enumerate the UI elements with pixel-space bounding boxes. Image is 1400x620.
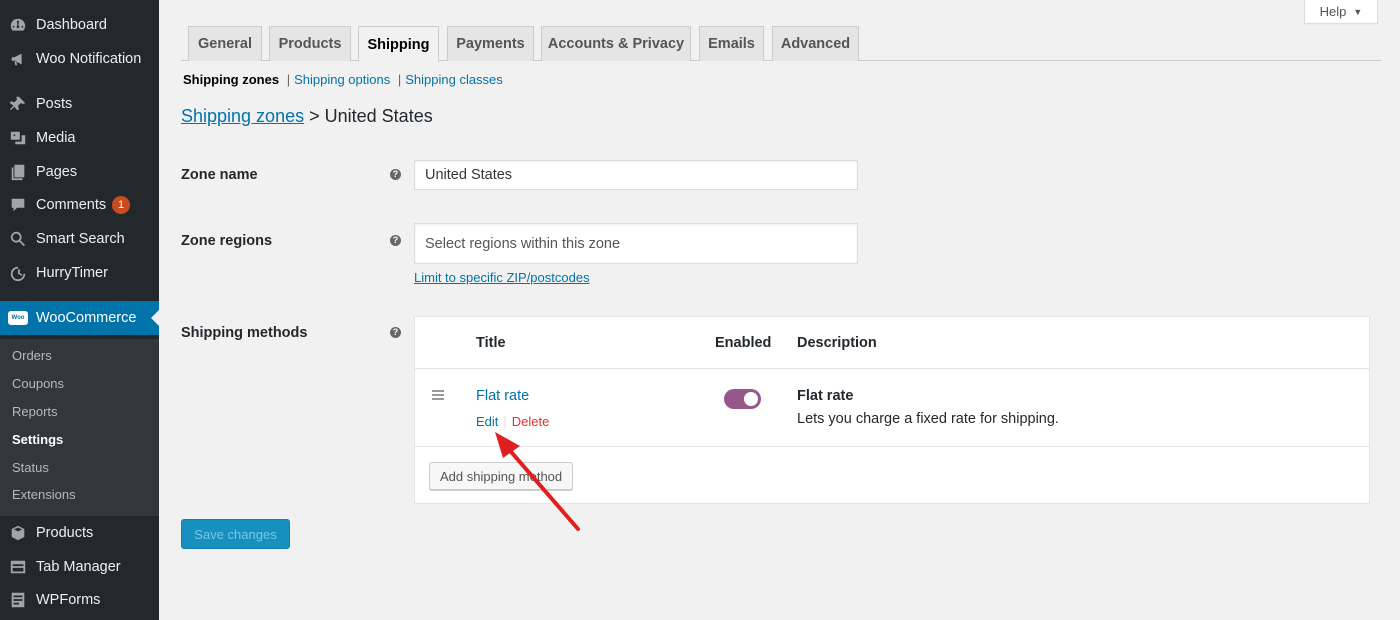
method-title-link[interactable]: Flat rate [476, 388, 529, 404]
help-tip-icon[interactable]: ? [390, 169, 401, 180]
add-shipping-method-button[interactable]: Add shipping method [429, 462, 574, 490]
help-button[interactable]: Help ▼ [1304, 0, 1378, 24]
tab-payments[interactable]: Payments [447, 26, 534, 61]
sidebar-item-products[interactable]: Products [0, 516, 159, 550]
sidebar-item-hurrytimer[interactable]: HurryTimer [0, 256, 159, 290]
row-actions: Edit | Delete [476, 414, 550, 429]
subnav-shipping-classes[interactable]: Shipping classes [405, 72, 503, 87]
toggle-knob [744, 392, 758, 406]
help-label: Help [1319, 4, 1347, 19]
column-description: Description [797, 335, 877, 351]
delete-link[interactable]: Delete [512, 414, 550, 429]
submenu-item-extensions[interactable]: Extensions [12, 487, 76, 502]
table-icon [8, 557, 28, 577]
zone-regions-label: Zone regions [181, 233, 273, 249]
comment-icon [8, 195, 28, 215]
method-description: Lets you charge a fixed rate for shippin… [797, 411, 1059, 427]
tab-general[interactable]: General [188, 26, 262, 61]
zone-name-label: Zone name [181, 167, 258, 183]
subnav-shipping-zones[interactable]: Shipping zones [183, 72, 279, 87]
sidebar-item-label: Comments [36, 197, 107, 213]
dashboard-icon [8, 15, 28, 35]
sidebar-item-comments[interactable]: Comments 1 [0, 188, 159, 222]
save-changes-button[interactable]: Save changes [181, 519, 290, 549]
sidebar-item-woocommerce[interactable]: Woo WooCommerce [0, 301, 159, 335]
sidebar-item-label: Dashboard [36, 17, 107, 33]
limit-postcodes-link[interactable]: Limit to specific ZIP/postcodes [414, 270, 590, 285]
table-row: Flat rate Edit | Delete Flat rate Lets you… [415, 369, 1369, 447]
page-title: Shipping zones > United States [181, 106, 433, 127]
sidebar-item-pages[interactable]: Pages [0, 155, 159, 189]
shipping-methods-table: Title Enabled Description Flat rate Edit… [414, 316, 1370, 504]
pages-icon [8, 162, 28, 182]
sidebar-item-label: WPForms [36, 592, 101, 608]
column-title: Title [476, 335, 506, 351]
submenu-item-status[interactable]: Status [12, 460, 49, 475]
tab-advanced[interactable]: Advanced [772, 26, 859, 61]
column-enabled: Enabled [715, 335, 772, 351]
sidebar-item-label: Media [36, 130, 76, 146]
caret-down-icon: ▼ [1353, 6, 1363, 17]
zone-regions-input[interactable] [414, 223, 858, 264]
tab-products[interactable]: Products [269, 26, 351, 61]
breadcrumb-shipping-zones-link[interactable]: Shipping zones [181, 106, 304, 126]
table-header: Title Enabled Description [415, 317, 1369, 369]
timer-icon [8, 263, 28, 283]
box-icon [8, 523, 28, 543]
sidebar-item-posts[interactable]: Posts [0, 87, 159, 121]
sidebar-item-dashboard[interactable]: Dashboard [0, 8, 159, 42]
breadcrumb-zone-name: United States [324, 106, 433, 126]
megaphone-icon [8, 49, 28, 69]
sidebar-item-label: Pages [36, 164, 78, 180]
pin-icon [8, 94, 28, 114]
sidebar-item-label: Woo Notification [36, 51, 142, 67]
enabled-toggle[interactable] [724, 389, 761, 409]
sidebar-item-label: Products [36, 525, 94, 541]
help-tip-icon[interactable]: ? [390, 235, 401, 246]
tab-shipping[interactable]: Shipping [358, 26, 439, 62]
sidebar-item-tab-manager[interactable]: Tab Manager [0, 550, 159, 584]
help-tip-icon[interactable]: ? [390, 327, 401, 338]
drag-handle-icon[interactable] [432, 390, 444, 402]
tab-accounts-privacy[interactable]: Accounts & Privacy [541, 26, 691, 61]
media-icon [8, 128, 28, 148]
sidebar-item-label: WooCommerce [36, 310, 137, 326]
sidebar-item-media[interactable]: Media [0, 121, 159, 155]
woocommerce-submenu: Orders Coupons Reports Settings Status E… [0, 339, 159, 516]
sidebar-item-label: Smart Search [36, 231, 125, 247]
method-description-title: Flat rate [797, 388, 854, 404]
active-indicator [151, 310, 159, 326]
edit-link[interactable]: Edit [476, 414, 498, 429]
sidebar-item-woo-notification[interactable]: Woo Notification [0, 42, 159, 76]
forms-icon [8, 590, 28, 610]
submenu-item-reports[interactable]: Reports [12, 404, 58, 419]
woo-icon: Woo [8, 308, 28, 328]
sidebar-item-smart-search[interactable]: Smart Search [0, 222, 159, 256]
sidebar-item-label: Posts [36, 96, 73, 112]
shipping-methods-label: Shipping methods [181, 325, 308, 341]
zone-name-input[interactable] [414, 160, 858, 190]
submenu-item-coupons[interactable]: Coupons [12, 376, 64, 391]
woo-logo: Woo [8, 311, 28, 325]
sidebar-item-wpforms[interactable]: WPForms [0, 583, 159, 617]
tab-emails[interactable]: Emails [699, 26, 764, 61]
shipping-subnav: Shipping zones | Shipping options | Shippi… [183, 72, 503, 87]
sidebar-item-label: Tab Manager [36, 559, 121, 575]
admin-sidebar: Dashboard Woo Notification Posts Media P… [0, 0, 159, 620]
submenu-item-settings[interactable]: Settings [12, 432, 63, 447]
subnav-shipping-options[interactable]: Shipping options [294, 72, 390, 87]
sidebar-item-label: HurryTimer [36, 265, 108, 281]
search-icon [8, 229, 28, 249]
comment-count-badge: 1 [112, 196, 131, 214]
breadcrumb-separator: > [309, 106, 320, 126]
submenu-item-orders[interactable]: Orders [12, 348, 52, 363]
